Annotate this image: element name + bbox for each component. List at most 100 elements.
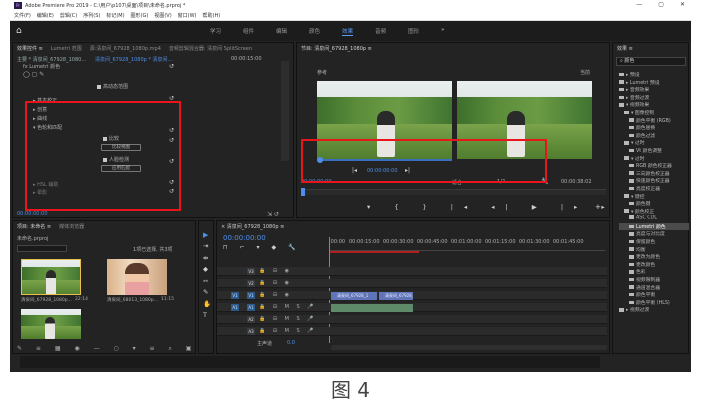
effects-tree-item[interactable]: 色彩 bbox=[619, 268, 689, 276]
track-label[interactable]: V3 bbox=[247, 268, 255, 275]
track-controls-icon[interactable]: 🔒 ⊟ M S 🎤 bbox=[259, 316, 317, 322]
workspace-tab-editing[interactable]: 编辑 bbox=[276, 27, 287, 36]
mask-tools-icon[interactable]: ◯ ▢ ✎ bbox=[23, 71, 44, 78]
project-item-thumbnail[interactable] bbox=[21, 259, 81, 295]
tab-audio-clip-mixer[interactable]: 音频剪辑混合器: 清泉间 SplitScreen bbox=[169, 45, 252, 52]
timeline-clip[interactable]: 清泉间_67928_1080p bbox=[379, 292, 413, 300]
track-controls-icon[interactable]: 🔒 ⊟ M S 🎤 bbox=[259, 304, 317, 310]
master-track-value[interactable]: 0.0 bbox=[287, 340, 295, 346]
effects-tree-item[interactable]: ▸ 视频过渡 bbox=[619, 306, 689, 314]
ec-scrollbar[interactable] bbox=[281, 61, 289, 161]
tab-lumetri-scopes[interactable]: Lumetri 范围 bbox=[51, 45, 82, 52]
effects-tree-item[interactable]: 颜色平衡 (RGB) bbox=[619, 117, 689, 125]
workspace-more-button[interactable]: » bbox=[441, 27, 444, 36]
ec-fx-lumetri[interactable]: fx Lumetri 颜色 bbox=[23, 63, 60, 70]
effects-search-input[interactable]: ⌕ 颜色 bbox=[616, 57, 686, 66]
track-controls-icon[interactable]: 🔒 ⊟ ◉ bbox=[259, 268, 292, 274]
effects-tree-item[interactable]: 视频限制器 bbox=[619, 276, 689, 284]
workspace-tab-graphics[interactable]: 图形 bbox=[408, 27, 419, 36]
effects-tree-item[interactable]: 亮度校正器 bbox=[619, 185, 689, 193]
effects-tree-item[interactable]: 亮度与对比度 bbox=[619, 230, 689, 238]
effects-tree-item[interactable]: 更改颜色 bbox=[619, 261, 689, 269]
tab-media-browser[interactable]: 媒体浏览器 bbox=[59, 223, 84, 230]
export-frame-icon[interactable]: ⇲ ↺ bbox=[267, 211, 279, 218]
menu-clip[interactable]: 剪辑(C) bbox=[60, 12, 77, 19]
work-area-bar[interactable] bbox=[329, 251, 419, 253]
ec-current-timecode[interactable]: 00:00:00:00 bbox=[17, 211, 48, 217]
effects-tree-item[interactable]: 保留颜色 bbox=[619, 238, 689, 246]
effects-tree-item[interactable]: 更改为颜色 bbox=[619, 253, 689, 261]
track-label[interactable]: V2 bbox=[247, 280, 255, 287]
maximize-button[interactable]: ▢ bbox=[658, 1, 664, 8]
effects-tree-item[interactable]: ▾ 视频效果 bbox=[619, 101, 689, 109]
program-playhead[interactable] bbox=[301, 188, 305, 196]
effects-tree-item[interactable]: ▸ 预设 bbox=[619, 71, 689, 79]
track-controls-icon[interactable]: 🔒 ⊟ M S 🎤 bbox=[259, 328, 317, 334]
effects-tree-item[interactable]: 颜色键 bbox=[619, 200, 689, 208]
ec-master-clip[interactable]: 主要 * 清泉间_67928_1080... bbox=[17, 56, 86, 63]
effects-tree-item[interactable]: ▾ 过时 bbox=[619, 139, 689, 147]
project-item-name[interactable]: 清泉间_68013_1080p... bbox=[107, 297, 158, 303]
tab-effects[interactable]: 效果 ≡ bbox=[617, 45, 633, 52]
timeline-timecode[interactable]: 00:00:00:00 bbox=[223, 234, 266, 242]
tab-timeline[interactable]: × 清泉间_67928_1080p ≡ bbox=[221, 223, 284, 230]
track-label[interactable]: A2 bbox=[247, 316, 255, 323]
workspace-tab-color[interactable]: 颜色 bbox=[309, 27, 320, 36]
menu-edit[interactable]: 编辑(E) bbox=[37, 12, 54, 19]
track-label[interactable]: A1 bbox=[247, 304, 255, 311]
track-label[interactable]: V1 bbox=[247, 292, 255, 299]
menu-window[interactable]: 窗口(W) bbox=[178, 12, 197, 19]
ec-sequence-clip[interactable]: 清泉间_67928_1080p * 清泉间... bbox=[95, 56, 172, 63]
effects-tree-item[interactable]: ASC CDL bbox=[619, 215, 689, 223]
effects-tree-item[interactable]: ▾ 键控 bbox=[619, 193, 689, 201]
tab-source[interactable]: 源:清泉间_67928_1080p.mp4 bbox=[90, 45, 161, 52]
effects-tree-item[interactable]: ▾ 颜色校正 bbox=[619, 208, 689, 216]
effects-tree-item[interactable]: ▸ Lumetri 预设 bbox=[619, 79, 689, 87]
effects-tree-item[interactable]: 三向颜色校正器 bbox=[619, 170, 689, 178]
close-button[interactable]: ✕ bbox=[680, 1, 685, 8]
workspace-tab-learn[interactable]: 学习 bbox=[210, 27, 221, 36]
menu-view[interactable]: 视图(V) bbox=[154, 12, 171, 19]
effects-tree-item[interactable]: 均衡 bbox=[619, 246, 689, 254]
track-label[interactable]: A3 bbox=[247, 328, 255, 335]
tab-effect-controls[interactable]: 效果控件 ≡ bbox=[17, 45, 43, 52]
menu-file[interactable]: 文件(F) bbox=[14, 12, 31, 19]
tab-project[interactable]: 项目: 未命名 ≡ bbox=[17, 223, 51, 230]
menu-sequence[interactable]: 序列(S) bbox=[83, 12, 100, 19]
hdr-checkbox[interactable] bbox=[97, 84, 101, 89]
effects-tree-item[interactable]: 颜色平衡 bbox=[619, 291, 689, 299]
track-controls-icon[interactable]: 🔒 ⊟ ◉ bbox=[259, 292, 292, 298]
tab-program-monitor[interactable]: 节目: 清泉间_67928_1080p ≡ bbox=[301, 45, 372, 52]
effects-tree-item[interactable]: 颜色平衡 (HLS) bbox=[619, 299, 689, 307]
effects-tree-item[interactable]: Lumetri 颜色 bbox=[619, 222, 689, 231]
workspace-tab-audio[interactable]: 音频 bbox=[375, 27, 386, 36]
effects-tree-item[interactable]: ▾ 图像控制 bbox=[619, 109, 689, 117]
effects-tree-item[interactable]: 颜色过滤 bbox=[619, 132, 689, 140]
track-controls-icon[interactable]: 🔒 ⊟ ◉ bbox=[259, 280, 292, 286]
effects-tree-item[interactable]: ▾ 过时 bbox=[619, 155, 689, 163]
effects-tree-item[interactable]: 快速颜色校正器 bbox=[619, 177, 689, 185]
audio-clip[interactable] bbox=[331, 304, 413, 312]
workspace-tab-assembly[interactable]: 组件 bbox=[243, 27, 254, 36]
workspace-tab-effects[interactable]: 效果 bbox=[342, 27, 354, 36]
timeline-clip[interactable]: 清泉间_67928_1 bbox=[331, 292, 377, 300]
program-timebar[interactable] bbox=[301, 189, 606, 195]
timeline-zoom-scrollbar[interactable] bbox=[331, 345, 607, 350]
project-item-thumbnail[interactable] bbox=[21, 309, 81, 339]
effects-tree-item[interactable]: Vt 颜色调整 bbox=[619, 147, 689, 155]
effects-tree-item[interactable]: 通道混合器 bbox=[619, 284, 689, 292]
menu-graphics[interactable]: 图形(G) bbox=[131, 12, 149, 19]
effects-tree-item[interactable]: 颜色替换 bbox=[619, 124, 689, 132]
project-item-thumbnail[interactable] bbox=[107, 259, 167, 295]
menu-help[interactable]: 帮助(H) bbox=[203, 12, 221, 19]
reset-icon[interactable]: ↺ bbox=[169, 63, 174, 70]
home-icon[interactable]: ⌂ bbox=[16, 26, 22, 36]
timeline-ruler[interactable]: :00:00 00:00:15:00 00:00:30:00 00:00:45:… bbox=[329, 237, 605, 251]
project-search-input[interactable] bbox=[17, 245, 67, 252]
minimize-button[interactable]: — bbox=[636, 1, 642, 8]
add-button-icon[interactable]: + bbox=[595, 203, 601, 211]
effects-tree-item[interactable]: RGB 颜色校正器 bbox=[619, 162, 689, 170]
effects-tree-item[interactable]: ▸ 音频过渡 bbox=[619, 94, 689, 102]
selection-tool-icon[interactable]: ▶ bbox=[203, 229, 211, 241]
effects-tree-item[interactable]: ▸ 音频效果 bbox=[619, 86, 689, 94]
